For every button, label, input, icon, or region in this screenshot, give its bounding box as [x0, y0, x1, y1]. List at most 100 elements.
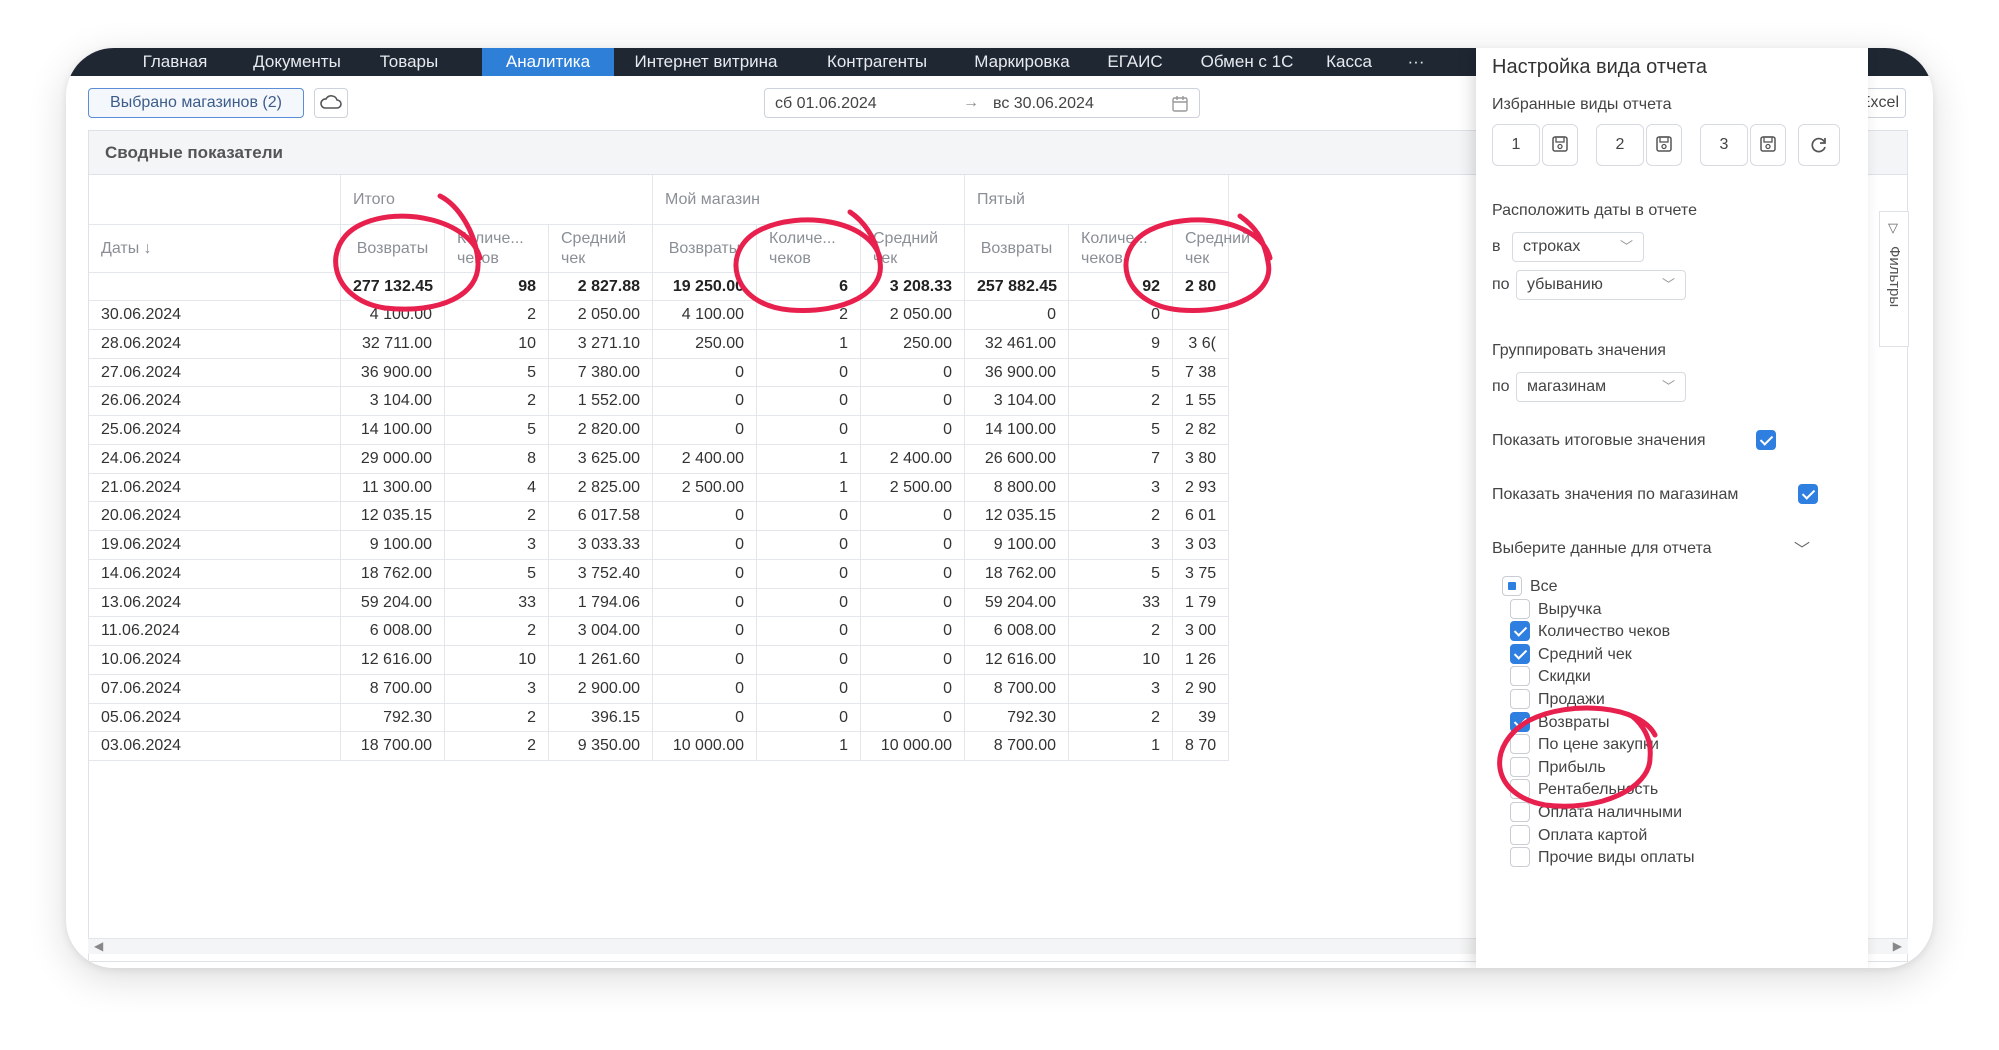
cloud-button[interactable] — [314, 88, 348, 118]
option-label[interactable]: Оплата наличными — [1538, 804, 1682, 822]
nav-item-egais[interactable]: ЕГАИС — [1092, 48, 1178, 76]
app-window: Главная Документы Товары Аналитика Интер… — [66, 48, 1933, 968]
option-checkbox[interactable] — [1510, 666, 1530, 687]
option-checkbox[interactable] — [1510, 779, 1530, 800]
scroll-left-icon[interactable]: ◀ — [94, 939, 103, 953]
value-cell: 0 — [653, 703, 757, 733]
dates-column-header[interactable]: Даты ↓ — [89, 225, 341, 273]
nav-item-goods[interactable]: Товары — [368, 48, 450, 76]
option-checkbox[interactable] — [1510, 802, 1530, 822]
show-totals-checkbox[interactable] — [1756, 430, 1776, 450]
returns-column-header[interactable]: Возвраты — [341, 225, 445, 273]
value-cell: 36 900.00 — [341, 358, 445, 388]
nav-item-cashbox[interactable]: Касса — [1314, 48, 1384, 76]
selected-stores-button[interactable]: Выбрано магазинов (2) — [88, 88, 304, 118]
option-label[interactable]: Возвраты — [1538, 714, 1610, 732]
option-label[interactable]: Рентабельность — [1538, 781, 1658, 799]
value-cell: 1 — [757, 329, 861, 359]
value-cell: 18 762.00 — [965, 559, 1069, 589]
value-cell: 0 — [653, 358, 757, 388]
nav-item-counterparties[interactable]: Контрагенты — [804, 48, 950, 76]
nav-item-marking[interactable]: Маркировка — [960, 48, 1084, 76]
dates-order-select[interactable]: убыванию ﹀ — [1516, 270, 1686, 300]
date-cell: 20.06.2024 — [89, 502, 341, 531]
totals-cell: 3 208.33 — [861, 273, 965, 301]
show-by-store-checkbox[interactable] — [1798, 484, 1818, 504]
returns-column-header[interactable]: Возвраты — [653, 225, 757, 273]
option-checkbox[interactable] — [1502, 576, 1522, 596]
value-cell: 3 — [1069, 531, 1173, 560]
data-select-label: Выберите данные для отчета — [1492, 540, 1712, 557]
returns-column-header[interactable]: Возвраты — [965, 225, 1069, 273]
option-label[interactable]: По цене закупки — [1538, 736, 1659, 754]
average-check-column-header[interactable]: Средний чек — [1173, 225, 1250, 273]
option-checkbox[interactable] — [1510, 643, 1530, 664]
value-cell: 6 01 — [1173, 502, 1229, 531]
nav-item-home[interactable]: Главная — [122, 48, 228, 76]
nav-more-icon[interactable]: ··· — [1396, 48, 1436, 76]
filters-tab[interactable]: ▽ Фильтры — [1879, 211, 1909, 347]
option-label[interactable]: Количество чеков — [1538, 623, 1670, 641]
value-cell: 0 — [965, 301, 1069, 330]
reset-button[interactable] — [1798, 124, 1840, 166]
option-checkbox[interactable] — [1510, 847, 1530, 868]
scroll-right-icon[interactable]: ▶ — [1893, 939, 1902, 953]
value-cell: 2 — [1069, 703, 1173, 733]
receipts-count-column-header[interactable]: Количе... чеков — [445, 225, 549, 273]
favorite-slot-3[interactable]: 3 — [1700, 124, 1748, 166]
date-to[interactable]: вс 30.06.2024 — [993, 95, 1094, 113]
receipts-count-column-header[interactable]: Количе... чеков — [757, 225, 861, 273]
value-cell: 3 — [1069, 674, 1173, 704]
date-from[interactable]: сб 01.06.2024 — [775, 95, 877, 113]
favorite-slot-2[interactable]: 2 — [1596, 124, 1644, 166]
option-label[interactable]: Все — [1530, 578, 1558, 596]
option-checkbox[interactable] — [1510, 598, 1530, 619]
value-cell: 1 26 — [1173, 646, 1229, 675]
option-checkbox[interactable] — [1510, 621, 1530, 642]
option-checkbox[interactable] — [1510, 756, 1530, 777]
favorite-save-2-button[interactable] — [1646, 124, 1682, 166]
date-range-picker[interactable]: сб 01.06.2024 → вс 30.06.2024 — [764, 88, 1200, 118]
option-checkbox[interactable] — [1510, 689, 1530, 709]
value-cell: 2 050.00 — [861, 301, 965, 330]
value-cell: 0 — [861, 358, 965, 388]
chevron-down-icon[interactable]: ﹀ — [1794, 536, 1810, 560]
value-cell: 396.15 — [549, 703, 653, 733]
value-cell: 8 70 — [1173, 732, 1229, 761]
option-checkbox[interactable] — [1510, 824, 1530, 845]
value-cell: 1 — [757, 444, 861, 474]
value-cell: 0 — [757, 416, 861, 445]
option-label[interactable]: Скидки — [1538, 668, 1591, 686]
value-cell: 0 — [653, 588, 757, 618]
date-cell: 07.06.2024 — [89, 674, 341, 704]
calendar-icon[interactable] — [1171, 95, 1189, 113]
option-label[interactable]: Продажи — [1538, 691, 1605, 709]
option-checkbox[interactable] — [1510, 734, 1530, 755]
date-cell: 13.06.2024 — [89, 588, 341, 618]
value-cell: 0 — [861, 617, 965, 646]
favorite-slot-1[interactable]: 1 — [1492, 124, 1540, 166]
average-check-column-header[interactable]: Средний чек — [549, 225, 653, 273]
value-cell — [1173, 301, 1229, 330]
value-cell: 10 000.00 — [653, 732, 757, 761]
nav-item-1c-exchange[interactable]: Обмен с 1С — [1190, 48, 1304, 76]
nav-item-documents[interactable]: Документы — [232, 48, 362, 76]
option-checkbox[interactable] — [1510, 711, 1530, 732]
nav-item-webstore[interactable]: Интернет витрина — [618, 48, 794, 76]
option-label[interactable]: Прочие виды оплаты — [1538, 849, 1695, 867]
value-cell: 3 03 — [1173, 531, 1229, 560]
favorite-save-3-button[interactable] — [1750, 124, 1786, 166]
average-check-column-header[interactable]: Средний чек — [861, 225, 965, 273]
value-cell: 6 017.58 — [549, 502, 653, 531]
option-label[interactable]: Выручка — [1538, 601, 1601, 619]
nav-item-analytics[interactable]: Аналитика — [482, 48, 614, 76]
option-label[interactable]: Прибыль — [1538, 759, 1606, 777]
option-label[interactable]: Средний чек — [1538, 646, 1632, 664]
option-label[interactable]: Оплата картой — [1538, 827, 1647, 845]
group-header: Мой магазин — [653, 175, 965, 225]
favorite-save-1-button[interactable] — [1542, 124, 1578, 166]
dates-placement-select[interactable]: строках ﹀ — [1512, 232, 1644, 262]
chevron-down-icon: ﹀ — [1661, 379, 1675, 394]
receipts-count-column-header[interactable]: Количе... чеков — [1069, 225, 1173, 273]
group-by-select[interactable]: магазинам ﹀ — [1516, 372, 1686, 402]
